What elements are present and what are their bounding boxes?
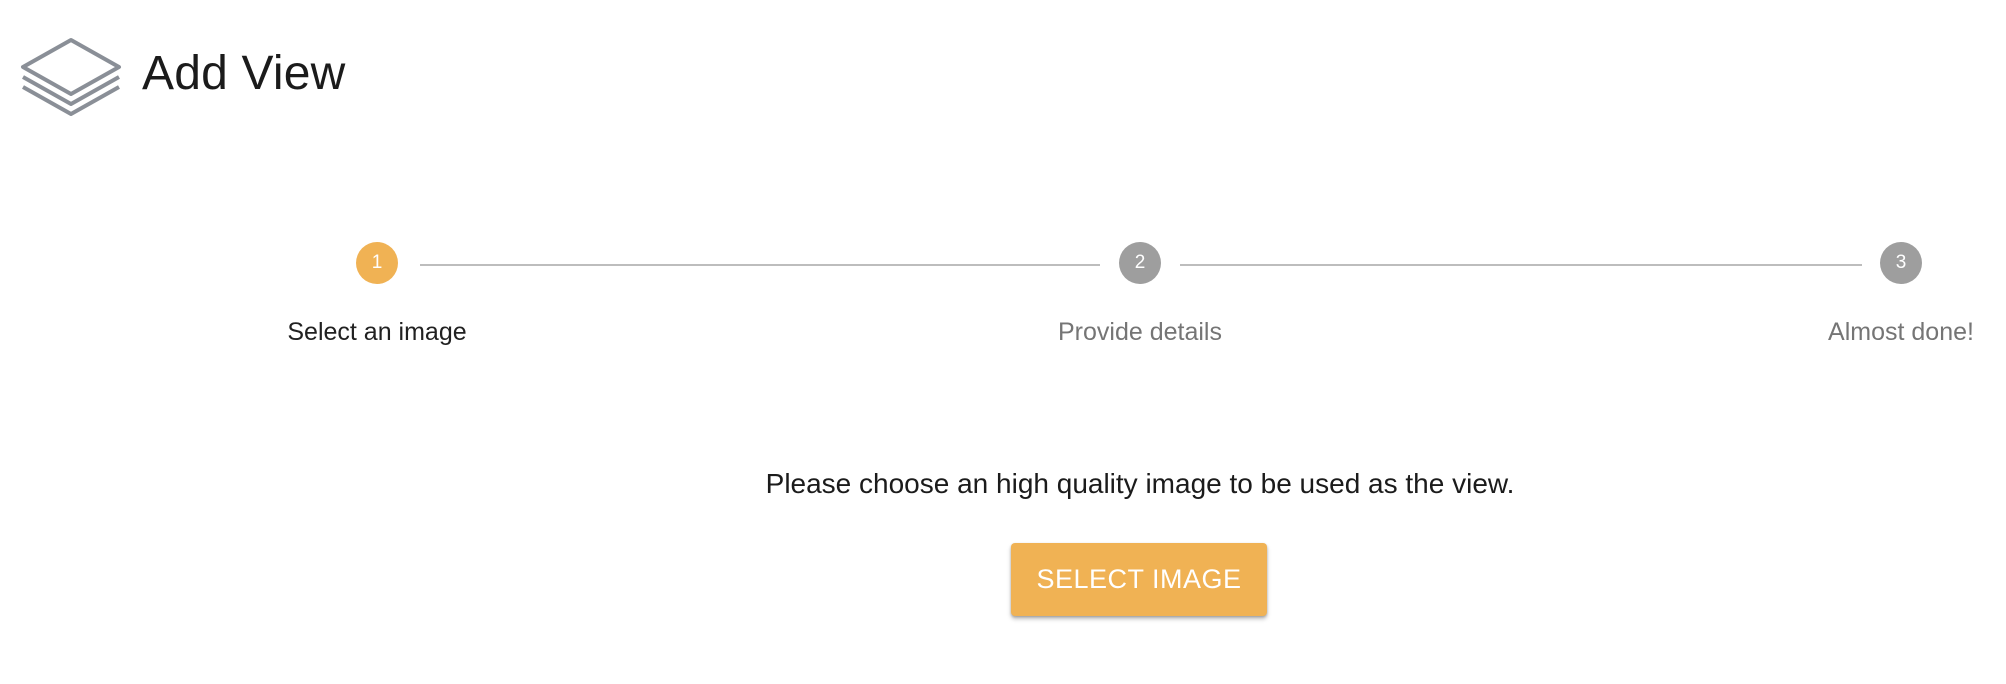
step-connector-1-2 (420, 264, 1100, 266)
step-1-label[interactable]: Select an image (287, 318, 466, 347)
step-1-circle[interactable]: 1 (356, 242, 398, 284)
select-image-button[interactable]: SELECT IMAGE (1011, 543, 1267, 616)
stepper: 1 2 3 Select an image Provide details Al… (0, 0, 2006, 400)
step-2-circle[interactable]: 2 (1119, 242, 1161, 284)
instruction-text: Please choose an high quality image to b… (765, 468, 1515, 499)
step-2-label[interactable]: Provide details (1058, 318, 1222, 347)
step-3-circle[interactable]: 3 (1880, 242, 1922, 284)
step-connector-2-3 (1180, 264, 1862, 266)
add-view-page: Add View 1 2 3 Select an image Provide d… (0, 0, 2006, 684)
step-3-label[interactable]: Almost done! (1828, 318, 1974, 347)
